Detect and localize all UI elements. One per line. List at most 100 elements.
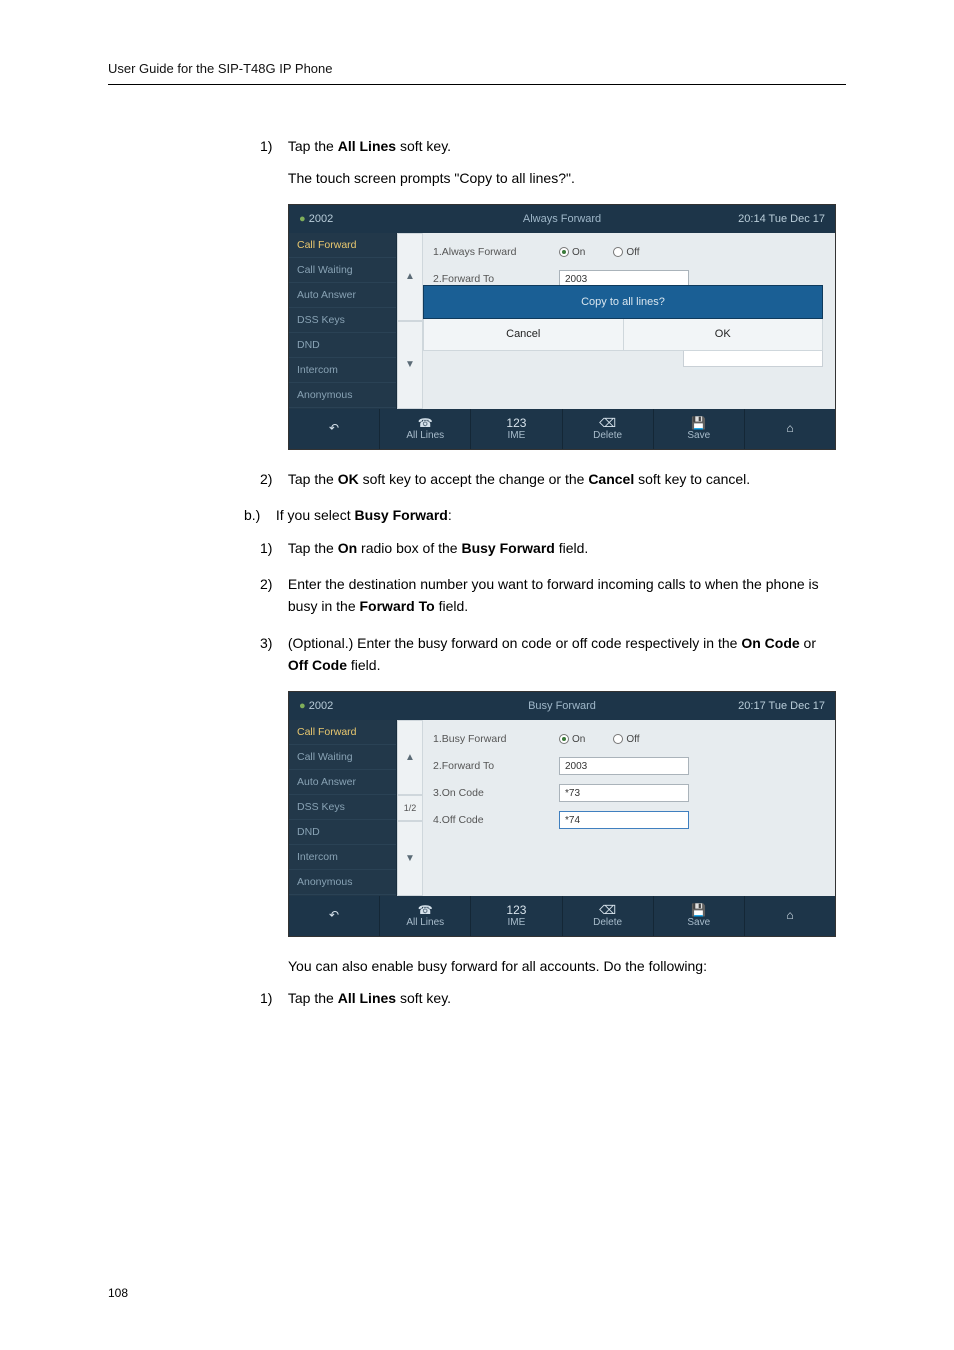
step-text: Tap the On radio box of the Busy Forward… bbox=[288, 537, 828, 559]
step-number: 1) bbox=[260, 537, 284, 559]
sidebar-item-call-waiting[interactable]: Call Waiting bbox=[289, 258, 396, 283]
radio-off-group[interactable]: Off bbox=[613, 733, 657, 745]
sidebar-item-call-forward[interactable]: Call Forward bbox=[289, 233, 396, 258]
sidebar-item-anonymous[interactable]: Anonymous bbox=[289, 383, 396, 408]
off-code-input[interactable]: *74 bbox=[559, 811, 689, 829]
scroll-down[interactable]: ▼ bbox=[397, 321, 423, 409]
step-text: Tap the All Lines soft key. bbox=[288, 987, 828, 1009]
softkey-save[interactable]: 💾 Save bbox=[654, 896, 745, 936]
home-icon: ⌂ bbox=[786, 422, 793, 434]
field-label: 1.Always Forward bbox=[433, 246, 549, 258]
softkey-bar: ↶ ☎ All Lines 123 IME ⌫ Delete 💾 Save ⌂ bbox=[289, 409, 835, 449]
radio-on-icon bbox=[559, 734, 569, 744]
step-number: 1) bbox=[260, 135, 284, 157]
scroll-up[interactable]: ▲ bbox=[397, 233, 423, 321]
sidebar-item-anonymous[interactable]: Anonymous bbox=[289, 870, 396, 895]
scroll-up[interactable]: ▲ bbox=[397, 720, 423, 795]
b-step-1: 1) Tap the On radio box of the Busy Forw… bbox=[260, 537, 860, 559]
step-1: 1) Tap the All Lines soft key. The touch… bbox=[260, 135, 860, 190]
radio-off-icon bbox=[613, 734, 623, 744]
softkey-home[interactable]: ⌂ bbox=[745, 409, 835, 449]
save-icon: 💾 bbox=[691, 904, 706, 916]
row-off-code: 4.Off Code *74 bbox=[433, 807, 825, 834]
page-header: User Guide for the SIP-T48G IP Phone bbox=[108, 60, 846, 85]
sidebar: Call Forward Call Waiting Auto Answer DS… bbox=[289, 233, 397, 409]
bold-ok: OK bbox=[338, 471, 359, 487]
sidebar-item-call-forward[interactable]: Call Forward bbox=[289, 720, 396, 745]
step-text: Tap the All Lines soft key. The touch sc… bbox=[288, 135, 828, 190]
softkey-save[interactable]: 💾 Save bbox=[654, 409, 745, 449]
field-label: 2.Forward To bbox=[433, 760, 549, 772]
radio-on-group[interactable]: On bbox=[559, 733, 603, 745]
step-number: 3) bbox=[260, 632, 284, 654]
softkey-ime[interactable]: 123 IME bbox=[471, 409, 562, 449]
page-indicator: 1/2 bbox=[397, 795, 423, 821]
softkey-back[interactable]: ↶ bbox=[289, 896, 380, 936]
sidebar-item-auto-answer[interactable]: Auto Answer bbox=[289, 283, 396, 308]
softkey-delete[interactable]: ⌫ Delete bbox=[563, 409, 654, 449]
radio-off-group[interactable]: Off bbox=[613, 246, 657, 258]
step-number: 2) bbox=[260, 468, 284, 490]
cancel-button[interactable]: Cancel bbox=[424, 319, 624, 350]
softkey-home[interactable]: ⌂ bbox=[745, 896, 835, 936]
title-bar: ● 2002 Always Forward 20:14 Tue Dec 17 bbox=[289, 205, 835, 233]
step-text: (Optional.) Enter the busy forward on co… bbox=[288, 632, 828, 677]
lettered-marker: b.) bbox=[244, 504, 272, 526]
softkey-ime[interactable]: 123 IME bbox=[471, 896, 562, 936]
field-label: 2.Forward To bbox=[433, 273, 549, 285]
on-code-input[interactable]: *73 bbox=[559, 784, 689, 802]
scroll-column: ▲ 1/2 ▼ bbox=[397, 720, 423, 896]
b-step-3: 3) (Optional.) Enter the busy forward on… bbox=[260, 632, 860, 677]
forward-to-input[interactable]: 2003 bbox=[559, 757, 689, 775]
ok-button[interactable]: OK bbox=[624, 319, 823, 350]
step-number: 1) bbox=[260, 987, 284, 1009]
prompt-dialog: Copy to all lines? Cancel OK bbox=[423, 285, 823, 351]
row-forward-to: 2.Forward To 2003 bbox=[433, 753, 825, 780]
radio-on-group[interactable]: On bbox=[559, 246, 603, 258]
delete-icon: ⌫ bbox=[599, 417, 616, 429]
back-icon: ↶ bbox=[329, 909, 339, 921]
sidebar-item-intercom[interactable]: Intercom bbox=[289, 358, 396, 383]
main-panel: ▲ 1/2 ▼ 1.Busy Forward On Off 2.Forward … bbox=[397, 720, 835, 896]
field-label: 3.On Code bbox=[433, 787, 549, 799]
step-text: Tap the OK soft key to accept the change… bbox=[288, 468, 828, 490]
softkey-delete[interactable]: ⌫ Delete bbox=[563, 896, 654, 936]
bold-all-lines: All Lines bbox=[338, 990, 396, 1006]
screenshot-always-forward: ● 2002 Always Forward 20:14 Tue Dec 17 C… bbox=[288, 204, 836, 450]
radio-off-icon bbox=[613, 247, 623, 257]
sidebar-item-dnd[interactable]: DND bbox=[289, 333, 396, 358]
lettered-b: b.) If you select Busy Forward: bbox=[244, 504, 860, 526]
prompt-text: Copy to all lines? bbox=[423, 285, 823, 319]
softkey-all-lines[interactable]: ☎ All Lines bbox=[380, 896, 471, 936]
sidebar-item-call-waiting[interactable]: Call Waiting bbox=[289, 745, 396, 770]
phone-icon: ☎ bbox=[418, 417, 433, 429]
bold-all-lines: All Lines bbox=[338, 138, 396, 154]
screen-title: Busy Forward bbox=[289, 700, 835, 712]
step-number: 2) bbox=[260, 573, 284, 595]
radio-on-icon bbox=[559, 247, 569, 257]
main-panel: ▲ ▼ 1.Always Forward On Off 2.Forward To… bbox=[397, 233, 835, 409]
softkey-all-lines[interactable]: ☎ All Lines bbox=[380, 409, 471, 449]
softkey-bar: ↶ ☎ All Lines 123 IME ⌫ Delete 💾 Save ⌂ bbox=[289, 896, 835, 936]
screen-title: Always Forward bbox=[289, 213, 835, 225]
scroll-column: ▲ ▼ bbox=[397, 233, 423, 409]
step-text: Enter the destination number you want to… bbox=[288, 573, 828, 618]
bold-busy-forward: Busy Forward bbox=[354, 507, 447, 523]
sidebar-item-dnd[interactable]: DND bbox=[289, 820, 396, 845]
step-2: 2) Tap the OK soft key to accept the cha… bbox=[260, 468, 860, 490]
phone-icon: ☎ bbox=[418, 904, 433, 916]
row-on-code: 3.On Code *73 bbox=[433, 780, 825, 807]
back-icon: ↶ bbox=[329, 422, 339, 434]
row-busy-forward: 1.Busy Forward On Off bbox=[433, 726, 825, 753]
scroll-down[interactable]: ▼ bbox=[397, 821, 423, 896]
sidebar-item-dss-keys[interactable]: DSS Keys bbox=[289, 308, 396, 333]
screenshot-busy-forward: ● 2002 Busy Forward 20:17 Tue Dec 17 Cal… bbox=[288, 691, 836, 937]
sidebar-item-intercom[interactable]: Intercom bbox=[289, 845, 396, 870]
step-detail: The touch screen prompts "Copy to all li… bbox=[288, 167, 828, 189]
title-bar: ● 2002 Busy Forward 20:17 Tue Dec 17 bbox=[289, 692, 835, 720]
sidebar-item-dss-keys[interactable]: DSS Keys bbox=[289, 795, 396, 820]
save-icon: 💾 bbox=[691, 417, 706, 429]
softkey-back[interactable]: ↶ bbox=[289, 409, 380, 449]
bold-cancel: Cancel bbox=[588, 471, 634, 487]
sidebar-item-auto-answer[interactable]: Auto Answer bbox=[289, 770, 396, 795]
